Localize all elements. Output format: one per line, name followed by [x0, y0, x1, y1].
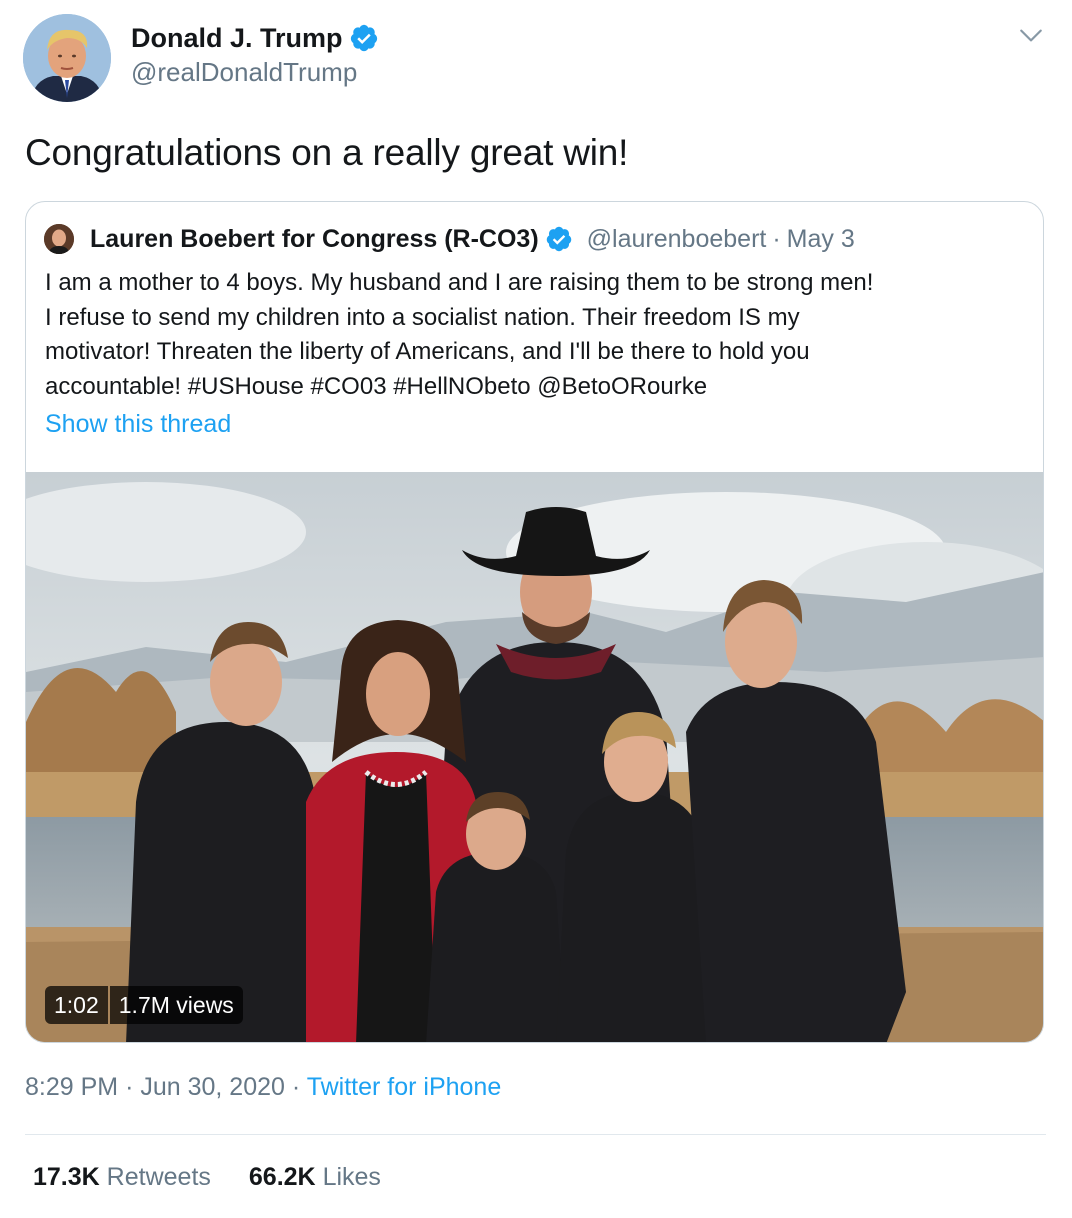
tweet-time[interactable]: 8:29 PM	[25, 1073, 118, 1101]
tweet-source-link[interactable]: Twitter for iPhone	[307, 1073, 502, 1101]
author-handle[interactable]: @realDonaldTrump	[131, 57, 357, 88]
likes-count: 66.2K	[248, 1163, 316, 1191]
quoted-separator: ·	[772, 224, 781, 253]
tweet-stats: 17.3K Retweets 66.2K Likes	[33, 1163, 381, 1192]
quoted-author-handle: @laurenboebert	[586, 224, 767, 253]
show-thread-link[interactable]: Show this thread	[45, 410, 231, 439]
author-name[interactable]: Donald J. Trump	[131, 23, 343, 54]
meta-separator: ·	[291, 1073, 301, 1101]
author-avatar[interactable]	[23, 14, 111, 102]
quoted-tweet-line: motivator! Threaten the liberty of Ameri…	[45, 338, 810, 365]
verified-badge-icon	[545, 225, 573, 253]
divider	[25, 1134, 1046, 1135]
video-badges: 1:02 1.7M views	[45, 986, 243, 1024]
video-views: 1.7M views	[109, 986, 243, 1024]
meta-separator: ·	[125, 1073, 134, 1101]
quoted-tweet-line: I am a mother to 4 boys. My husband and …	[45, 269, 874, 296]
quoted-tweet-line: I refuse to send my children into a soci…	[45, 303, 800, 331]
quoted-tweet-date: May 3	[786, 224, 855, 253]
retweets-count: 17.3K	[33, 1163, 100, 1191]
likes-stat[interactable]: 66.2K Likes	[249, 1163, 381, 1192]
verified-badge-icon	[349, 23, 379, 53]
tweet-text: Congratulations on a really great win!	[25, 132, 629, 173]
chevron-down-icon[interactable]	[1018, 22, 1044, 48]
quoted-author-avatar	[44, 224, 74, 254]
likes-label: Likes	[322, 1163, 381, 1191]
video-thumbnail[interactable]: 1:02 1.7M views	[26, 472, 1043, 1042]
retweets-stat[interactable]: 17.3K Retweets	[33, 1163, 211, 1192]
tweet-meta: 8:29 PM · Jun 30, 2020 · Twitter for iPh…	[25, 1073, 501, 1102]
quoted-author-name: Lauren Boebert for Congress (R-CO3)	[90, 224, 539, 253]
quoted-tweet-text: I am a mother to 4 boys. My husband and …	[45, 266, 1035, 404]
tweet-date[interactable]: Jun 30, 2020	[140, 1073, 285, 1101]
quoted-tweet-card[interactable]: Lauren Boebert for Congress (R-CO3) @lau…	[25, 201, 1044, 1043]
tweet: Donald J. Trump @realDonaldTrump Congrat…	[0, 0, 1072, 1218]
retweets-label: Retweets	[106, 1163, 211, 1191]
quoted-tweet-line: accountable! #USHouse #CO03 #HellNObeto …	[45, 372, 708, 400]
author-name-row: Donald J. Trump	[131, 20, 379, 56]
quoted-tweet-header: Lauren Boebert for Congress (R-CO3) @lau…	[90, 220, 855, 258]
video-duration: 1:02	[45, 986, 108, 1024]
